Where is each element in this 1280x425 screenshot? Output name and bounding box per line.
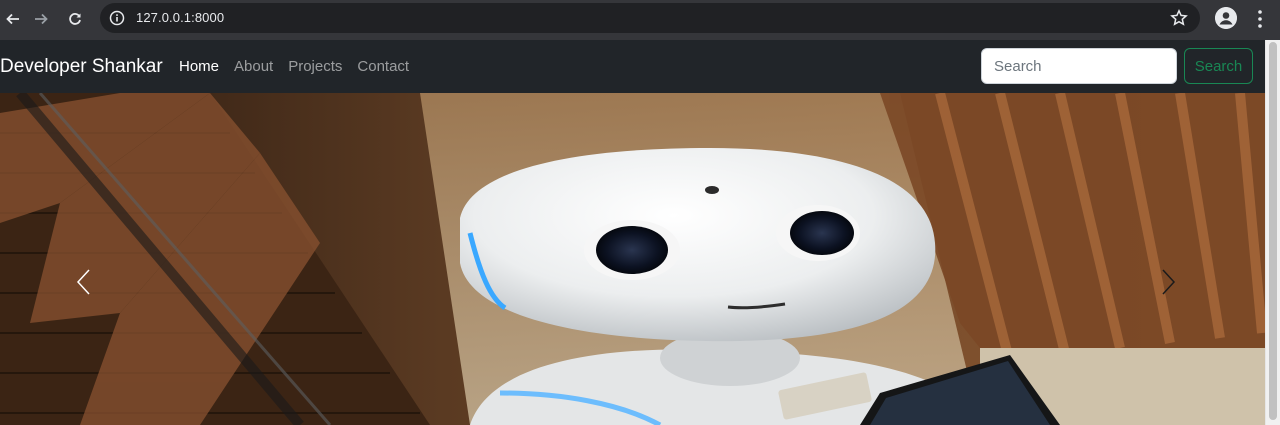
nav-link-home[interactable]: Home [179,58,219,75]
site-info-icon[interactable] [109,10,125,26]
navbar: Developer Shankar Home About Projects Co… [0,40,1265,93]
hero-carousel [0,93,1265,425]
search-input[interactable] [981,48,1177,84]
search-button[interactable]: Search [1184,48,1253,84]
robot-image [0,93,1265,425]
back-arrow-icon[interactable] [2,8,24,30]
carousel-prev-chevron-icon[interactable] [72,267,96,297]
navbar-brand[interactable]: Developer Shankar [0,56,163,78]
bookmark-star-icon[interactable] [1170,8,1188,27]
more-options-icon[interactable] [1252,9,1268,29]
browser-toolbar: 127.0.0.1:8000 [0,0,1280,40]
url-text: 127.0.0.1:8000 [136,10,225,25]
scrollbar-thumb[interactable] [1269,42,1277,420]
nav-link-about[interactable]: About [234,58,273,75]
carousel-next-chevron-icon[interactable] [1156,267,1180,297]
forward-arrow-icon[interactable] [30,8,52,30]
nav-link-contact[interactable]: Contact [357,58,409,75]
page-viewport: Developer Shankar Home About Projects Co… [0,40,1280,425]
vertical-scrollbar[interactable] [1265,40,1280,425]
nav-link-projects[interactable]: Projects [288,58,342,75]
profile-avatar-icon[interactable] [1215,7,1237,29]
address-bar[interactable]: 127.0.0.1:8000 [100,3,1200,33]
reload-icon[interactable] [64,8,86,30]
nav-links: Home About Projects Contact [179,58,409,75]
